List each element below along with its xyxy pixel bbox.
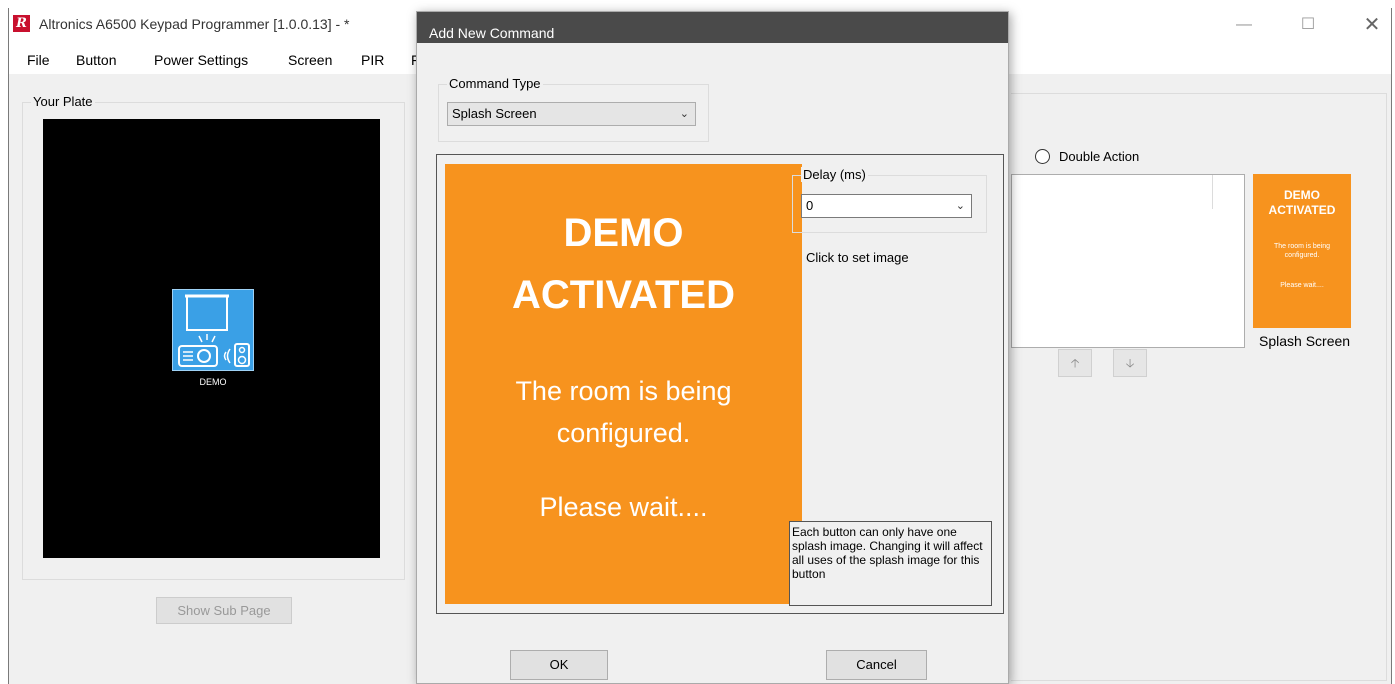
splash-note: Each button can only have one splash ima… — [789, 521, 992, 606]
close-button[interactable]: ✕ — [1349, 10, 1395, 40]
double-action-label: Double Action — [1059, 149, 1140, 164]
menu-power-settings[interactable]: Power Settings — [154, 52, 248, 68]
thumb-message: The room is being configured. — [1273, 243, 1331, 259]
delay-group: Delay (ms) 0 ⌄ — [792, 167, 987, 233]
thumb-caption: Splash Screen — [1259, 333, 1351, 349]
your-plate-group: Your Plate DEMO — [22, 94, 405, 580]
ok-button[interactable]: OK — [510, 650, 608, 680]
dialog-title-bar[interactable]: Add New Command — [417, 12, 1008, 43]
chevron-down-icon: ⌄ — [679, 108, 689, 120]
command-type-select[interactable]: Splash Screen ⌄ — [447, 102, 696, 126]
splash-message: The room is being configured. — [515, 376, 732, 448]
list-column-divider — [1212, 175, 1213, 209]
move-down-button[interactable]: 🡣 — [1113, 349, 1147, 377]
app-logo-icon: R — [13, 15, 30, 32]
minimize-button[interactable]: — — [1221, 10, 1267, 40]
command-settings-panel: DEMO ACTIVATED The room is being configu… — [436, 154, 1004, 614]
plate-button-label: DEMO — [199, 377, 227, 387]
add-new-command-dialog: Add New Command Command Type Splash Scre… — [416, 11, 1009, 684]
window-title: Altronics A6500 Keypad Programmer [1.0.0… — [39, 16, 350, 32]
splash-image[interactable]: DEMO ACTIVATED The room is being configu… — [445, 164, 802, 604]
projector-screen-icon — [178, 294, 250, 367]
thumb-wait: Please wait.... — [1280, 282, 1324, 289]
thumb-heading: DEMO ACTIVATED — [1268, 188, 1336, 217]
command-list[interactable] — [1011, 174, 1245, 348]
menu-screen[interactable]: Screen — [288, 52, 332, 68]
dialog-title: Add New Command — [429, 25, 555, 41]
your-plate-title: Your Plate — [31, 94, 95, 109]
move-up-button[interactable]: 🡡 — [1058, 349, 1092, 377]
arrow-up-icon: 🡡 — [1070, 356, 1080, 370]
delay-select[interactable]: 0 ⌄ — [801, 194, 972, 218]
plate-demo-button[interactable] — [172, 289, 254, 371]
arrow-down-icon: 🡣 — [1125, 356, 1135, 370]
show-sub-page-button[interactable]: Show Sub Page — [156, 597, 292, 624]
command-type-group: Command Type Splash Screen ⌄ — [438, 76, 709, 142]
splash-thumbnail[interactable]: DEMO ACTIVATED The room is being configu… — [1253, 174, 1351, 328]
splash-heading: DEMO ACTIVATED — [512, 211, 735, 317]
cancel-button[interactable]: Cancel — [826, 650, 927, 680]
menu-button[interactable]: Button — [76, 52, 116, 68]
command-type-value: Splash Screen — [452, 106, 537, 121]
command-type-label: Command Type — [447, 76, 543, 91]
menu-pir[interactable]: PIR — [361, 52, 384, 68]
splash-wait: Please wait.... — [539, 492, 708, 522]
delay-label: Delay (ms) — [801, 167, 868, 182]
maximize-button[interactable]: ☐ — [1285, 10, 1331, 40]
radio-circle-icon[interactable] — [1035, 149, 1050, 164]
click-to-set-image-text: Click to set image — [806, 250, 909, 265]
plate-preview: DEMO — [43, 119, 380, 558]
delay-value: 0 — [806, 198, 814, 213]
chevron-down-icon: ⌄ — [955, 200, 965, 212]
menu-file[interactable]: File — [27, 52, 50, 68]
